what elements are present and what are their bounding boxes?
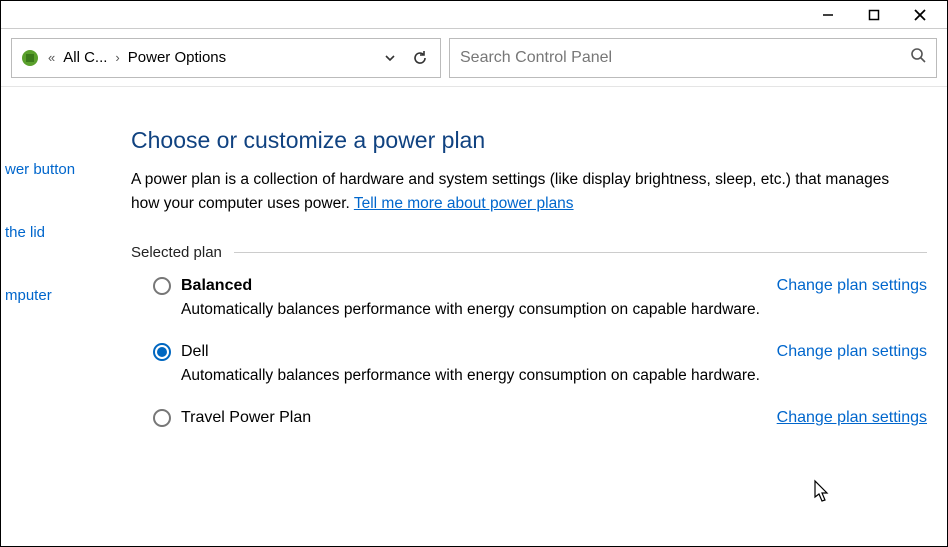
- radio-balanced[interactable]: [153, 277, 171, 295]
- close-button[interactable]: [897, 3, 943, 27]
- refresh-icon[interactable]: [408, 46, 432, 70]
- page-description: A power plan is a collection of hardware…: [131, 168, 921, 216]
- breadcrumb-separator-icon: ›: [113, 50, 121, 65]
- history-dropdown-icon[interactable]: [378, 46, 402, 70]
- breadcrumb-crumb-1[interactable]: All C...: [63, 49, 107, 66]
- change-settings-balanced[interactable]: Change plan settings: [777, 277, 927, 295]
- control-panel-icon: [20, 48, 40, 68]
- radio-travel[interactable]: [153, 409, 171, 427]
- minimize-button[interactable]: [805, 3, 851, 27]
- sidebar: wer button the lid mputer: [1, 87, 97, 546]
- group-label-text: Selected plan: [131, 244, 222, 261]
- search-box[interactable]: [449, 38, 937, 78]
- learn-more-link[interactable]: Tell me more about power plans: [354, 195, 574, 212]
- plan-name-balanced[interactable]: Balanced: [181, 277, 252, 295]
- search-icon[interactable]: [910, 47, 926, 68]
- title-bar: [1, 1, 947, 29]
- breadcrumb[interactable]: « All C... › Power Options: [11, 38, 441, 78]
- change-settings-travel[interactable]: Change plan settings: [777, 409, 927, 427]
- plan-name-travel[interactable]: Travel Power Plan: [181, 409, 311, 427]
- search-input[interactable]: [460, 49, 910, 67]
- sidebar-link-lid[interactable]: the lid: [1, 220, 97, 245]
- plan-balanced: Balanced Change plan settings Automatica…: [131, 277, 927, 319]
- sidebar-link-computer[interactable]: mputer: [1, 283, 97, 308]
- address-bar: « All C... › Power Options: [1, 29, 947, 87]
- change-settings-dell[interactable]: Change plan settings: [777, 343, 927, 361]
- plan-desc-dell: Automatically balances performance with …: [153, 367, 927, 385]
- page-heading: Choose or customize a power plan: [131, 127, 927, 154]
- sidebar-link-power-button[interactable]: wer button: [1, 157, 97, 182]
- plan-desc-balanced: Automatically balances performance with …: [153, 301, 927, 319]
- plan-name-dell[interactable]: Dell: [181, 343, 209, 361]
- maximize-button[interactable]: [851, 3, 897, 27]
- breadcrumb-crumb-2[interactable]: Power Options: [128, 49, 226, 66]
- radio-dell[interactable]: [153, 343, 171, 361]
- breadcrumb-back-chevrons[interactable]: «: [46, 50, 57, 65]
- plan-dell: Dell Change plan settings Automatically …: [131, 343, 927, 385]
- plan-travel: Travel Power Plan Change plan settings: [131, 409, 927, 427]
- main-content: Choose or customize a power plan A power…: [97, 87, 947, 546]
- plan-group-label: Selected plan: [131, 244, 927, 261]
- divider: [234, 252, 927, 253]
